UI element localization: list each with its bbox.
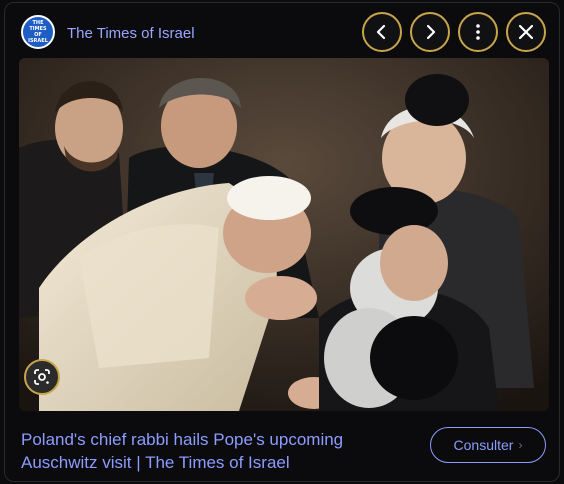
visit-label: Consulter — [453, 437, 514, 453]
previous-button[interactable] — [362, 12, 402, 52]
source-name[interactable]: The Times of Israel — [67, 25, 195, 42]
close-button[interactable] — [506, 12, 546, 52]
chevron-right-icon — [426, 24, 436, 40]
preview-image[interactable] — [19, 58, 549, 411]
lens-search-button[interactable] — [24, 359, 60, 395]
close-icon — [518, 24, 534, 40]
next-button[interactable] — [410, 12, 450, 52]
photo — [19, 58, 549, 411]
source-logo[interactable]: THE TIMES OF ISRAEL — [21, 15, 55, 49]
source-logo-text: THE TIMES OF ISRAEL — [28, 20, 48, 44]
image-title-link[interactable]: Poland's chief rabbi hails Pope's upcomi… — [21, 428, 401, 474]
visit-button[interactable]: Consulter › — [430, 427, 546, 463]
more-vertical-icon — [476, 24, 480, 40]
viewer-header: THE TIMES OF ISRAEL The Times of Israel — [5, 3, 559, 59]
google-lens-icon — [34, 369, 50, 385]
chevron-left-icon — [376, 24, 386, 40]
more-options-button[interactable] — [458, 12, 498, 52]
image-viewer-panel: THE TIMES OF ISRAEL The Times of Israel — [4, 2, 560, 482]
chevron-right-icon: › — [518, 438, 523, 452]
